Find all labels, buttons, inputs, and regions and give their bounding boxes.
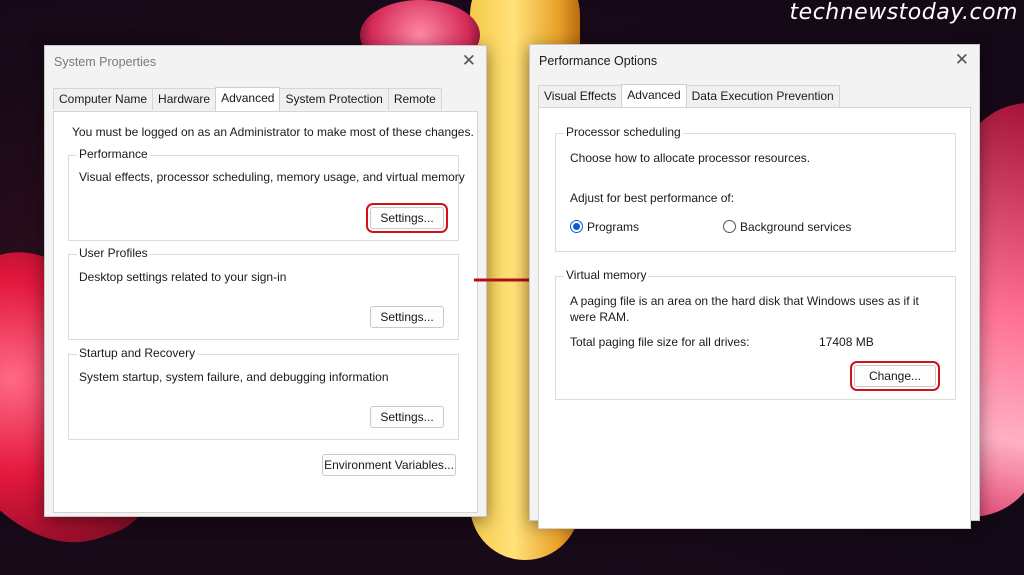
tab-system-protection[interactable]: System Protection [279, 88, 389, 110]
tab-advanced[interactable]: Advanced [215, 87, 281, 111]
adjust-label: Adjust for best performance of: [570, 191, 735, 205]
startup-recovery-description: System startup, system failure, and debu… [79, 370, 389, 384]
tab-strip: Computer Name Hardware Advanced System P… [53, 87, 442, 111]
processor-scheduling-group: Processor scheduling Choose how to alloc… [555, 125, 956, 252]
performance-settings-button[interactable]: Settings... [366, 203, 448, 233]
tab-computer-name[interactable]: Computer Name [53, 88, 154, 110]
user-profiles-label: User Profiles [77, 246, 150, 260]
startup-recovery-settings-button[interactable]: Settings... [370, 406, 444, 428]
startup-recovery-label: Startup and Recovery [77, 346, 198, 360]
tab-data-execution-prevention[interactable]: Data Execution Prevention [685, 85, 840, 107]
processor-scheduling-label: Processor scheduling [564, 125, 683, 139]
virtual-memory-group: Virtual memory A paging file is an area … [555, 268, 956, 400]
user-profiles-description: Desktop settings related to your sign-in [79, 270, 287, 284]
watermark: technewstoday.com [789, 0, 1018, 25]
close-icon[interactable]: ✕ [955, 50, 969, 70]
change-button[interactable]: Change... [850, 361, 940, 391]
programs-radio[interactable] [570, 220, 583, 233]
startup-recovery-group: Startup and Recovery System startup, sys… [68, 346, 459, 440]
user-profiles-settings-button[interactable]: Settings... [370, 306, 444, 328]
virtual-memory-description-line1: A paging file is an area on the hard dis… [570, 294, 919, 308]
tab-remote[interactable]: Remote [387, 88, 442, 110]
tab-visual-effects[interactable]: Visual Effects [538, 85, 623, 107]
virtual-memory-description-line2: were RAM. [570, 310, 630, 324]
processor-description: Choose how to allocate processor resourc… [570, 151, 811, 165]
performance-description: Visual effects, processor scheduling, me… [79, 170, 465, 184]
title-bar: System Properties ✕ [45, 46, 486, 78]
total-paging-value: 17408 MB [819, 335, 874, 349]
tab-strip: Visual Effects Advanced Data Execution P… [538, 84, 840, 108]
title-bar: Performance Options ✕ [530, 45, 979, 77]
total-paging-label: Total paging file size for all drives: [570, 335, 750, 349]
window-title: System Properties [54, 55, 157, 69]
virtual-memory-label: Virtual memory [564, 268, 649, 282]
system-properties-window: System Properties ✕ Computer Name Hardwa… [44, 45, 487, 517]
tab-advanced[interactable]: Advanced [621, 84, 687, 108]
performance-options-window: Performance Options ✕ Visual Effects Adv… [529, 44, 980, 529]
background-services-radio[interactable] [723, 220, 736, 233]
programs-label[interactable]: Programs [587, 220, 639, 234]
performance-label: Performance [77, 147, 150, 161]
background-services-label[interactable]: Background services [740, 220, 851, 234]
window-title: Performance Options [539, 54, 658, 68]
admin-note: You must be logged on as an Administrato… [72, 125, 474, 139]
advanced-panel: You must be logged on as an Administrato… [53, 111, 478, 513]
advanced-panel: Processor scheduling Choose how to alloc… [538, 107, 971, 529]
user-profiles-group: User Profiles Desktop settings related t… [68, 246, 459, 340]
close-icon[interactable]: ✕ [462, 51, 476, 71]
performance-group: Performance Visual effects, processor sc… [68, 147, 465, 241]
environment-variables-button[interactable]: Environment Variables... [322, 454, 456, 476]
tab-hardware[interactable]: Hardware [152, 88, 217, 110]
